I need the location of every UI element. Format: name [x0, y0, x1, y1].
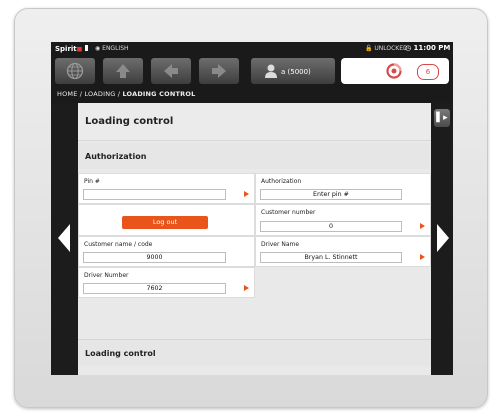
alarm-panel[interactable]: 6	[341, 58, 449, 84]
customer-number-input[interactable]: 0	[260, 221, 402, 232]
device-screen: Spirit◼ ◉ ENGLISH 🔓 UNLOCKED ◷ 11:00 PM	[51, 42, 453, 375]
globe-icon	[66, 62, 84, 80]
forward-button[interactable]	[199, 58, 239, 84]
main-content: Loading control Authorization Pin # Auth…	[78, 103, 431, 375]
clock-time: 11:00 PM	[413, 44, 451, 52]
driver-number-label: Driver Number	[84, 272, 129, 279]
customer-name-label: Customer name / code	[84, 241, 153, 248]
pin-cell: Pin #	[78, 173, 255, 204]
back-button[interactable]	[151, 58, 191, 84]
alarm-count-badge: 6	[417, 64, 439, 80]
logout-button[interactable]: Log out	[122, 216, 208, 229]
page-title-bar: Loading control	[78, 103, 431, 141]
back-arrow-icon	[164, 64, 178, 78]
driver-number-input[interactable]: 7602	[83, 283, 226, 294]
customer-name-cell: Customer name / code 9000	[78, 236, 255, 267]
authorization-header-label: Authorization	[85, 152, 147, 161]
breadcrumb: HOME / LOADING / LOADING CONTROL	[57, 90, 195, 98]
next-page-icon[interactable]	[436, 223, 450, 253]
user-button[interactable]: a (5000)	[251, 58, 335, 84]
page-title: Loading control	[85, 116, 174, 127]
authorization-section-header: Authorization	[78, 143, 431, 169]
toolbar: a (5000) 6	[51, 55, 453, 87]
lock-state-label: UNLOCKED	[374, 45, 408, 52]
authorization-cell: Authorization Enter pin #	[255, 173, 431, 204]
logout-cell: Log out	[78, 204, 255, 236]
customer-number-arrow-icon[interactable]	[420, 223, 425, 229]
driver-number-arrow-icon[interactable]	[244, 285, 249, 291]
globe-button[interactable]	[55, 58, 95, 84]
right-rail: ▌▸	[431, 103, 453, 375]
clock: ◷ 11:00 PM	[405, 44, 451, 52]
battery-icon	[85, 45, 88, 51]
collapse-panel-button[interactable]: ▌▸	[434, 109, 450, 127]
driver-name-arrow-icon[interactable]	[420, 254, 425, 260]
driver-name-label: Driver Name	[261, 241, 300, 248]
breadcrumb-path[interactable]: HOME / LOADING /	[57, 90, 122, 98]
customer-number-label: Customer number	[261, 209, 316, 216]
user-icon	[265, 64, 277, 78]
collapse-icon: ▌▸	[436, 113, 448, 123]
left-rail	[51, 103, 78, 375]
user-label: a (5000)	[281, 68, 311, 76]
pin-label: Pin #	[84, 178, 100, 185]
customer-name-input[interactable]: 9000	[83, 252, 226, 263]
driver-number-cell: Driver Number 7602	[78, 267, 255, 298]
customer-number-cell: Customer number 0	[255, 204, 431, 236]
alarm-icon	[386, 63, 402, 79]
authorization-field: Enter pin #	[260, 189, 402, 200]
status-bar: Spirit◼ ◉ ENGLISH 🔓 UNLOCKED ◷ 11:00 PM	[51, 42, 453, 55]
breadcrumb-current: LOADING CONTROL	[122, 90, 196, 98]
driver-name-input[interactable]: Bryan L. Stinnett	[260, 252, 402, 263]
pin-arrow-icon[interactable]	[244, 191, 249, 197]
loading-control-section-header: Loading control	[78, 339, 431, 366]
loading-control-header-label: Loading control	[85, 349, 156, 358]
language-indicator[interactable]: ◉ ENGLISH	[95, 45, 129, 52]
authorization-label: Authorization	[261, 178, 302, 185]
forward-arrow-icon	[212, 64, 226, 78]
language-label: ENGLISH	[102, 45, 129, 52]
previous-page-icon[interactable]	[57, 223, 71, 253]
up-arrow-icon	[116, 64, 130, 78]
brand-logo: Spirit◼	[55, 45, 83, 53]
up-button[interactable]	[103, 58, 143, 84]
lock-status: 🔓 UNLOCKED	[365, 45, 408, 52]
pin-input[interactable]	[83, 189, 226, 200]
driver-name-cell: Driver Name Bryan L. Stinnett	[255, 236, 431, 267]
